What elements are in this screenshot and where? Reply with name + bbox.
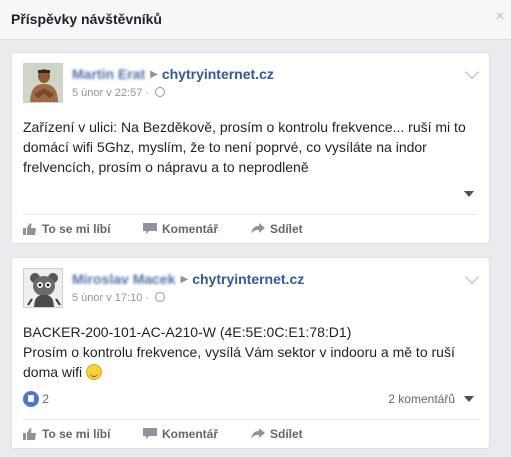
avatar[interactable]	[23, 268, 63, 308]
comment-icon	[143, 428, 157, 440]
divider	[23, 214, 478, 215]
thumbs-up-icon	[23, 428, 37, 440]
avatar[interactable]	[23, 63, 63, 103]
comment-button[interactable]: Komentář	[143, 222, 218, 236]
caret-down-icon[interactable]	[464, 396, 474, 402]
panel-header: Příspěvky návštěvníků ×	[0, 0, 511, 40]
post-card: Miroslav Macek ▶ chytryinternet.cz 5 únor …	[11, 257, 490, 449]
share-label: Sdílet	[270, 427, 303, 441]
thumbs-up-icon	[23, 223, 37, 235]
like-label: To se mi líbí	[42, 222, 111, 236]
panel-title: Příspěvky návštěvníků	[11, 11, 162, 27]
divider	[23, 419, 478, 420]
smiley-icon	[86, 364, 103, 380]
share-label: Sdílet	[270, 222, 303, 236]
author-name[interactable]: Martin Erat	[72, 66, 145, 82]
comment-label: Komentář	[162, 427, 219, 441]
reactions-summary[interactable]: 2	[23, 391, 49, 407]
post-header: Miroslav Macek ▶ chytryinternet.cz	[72, 271, 304, 287]
comment-label: Komentář	[162, 222, 219, 236]
share-button[interactable]: Sdílet	[251, 427, 303, 441]
post-date[interactable]: 5 únor v 17:10	[72, 292, 142, 304]
share-button[interactable]: Sdílet	[251, 222, 303, 236]
close-icon[interactable]: ×	[493, 9, 507, 25]
author-name[interactable]: Miroslav Macek	[72, 271, 176, 287]
like-label: To se mi líbí	[42, 427, 111, 441]
caret-down-icon[interactable]	[464, 191, 474, 197]
share-icon	[251, 223, 265, 235]
post-header: Martin Erat ▶ chytryinternet.cz	[72, 66, 274, 82]
like-button[interactable]: To se mi líbí	[23, 222, 110, 236]
page-link[interactable]: chytryinternet.cz	[192, 271, 304, 287]
like-button[interactable]: To se mi líbí	[23, 427, 110, 441]
globe-icon	[155, 292, 166, 302]
post-meta: 5 únor v 17:10 ·	[72, 292, 166, 304]
arrow-right-icon: ▶	[150, 69, 158, 80]
page-link[interactable]: chytryinternet.cz	[162, 66, 274, 82]
comment-button[interactable]: Komentář	[143, 427, 218, 441]
post-text-line: BACKER-200-101-AC-A210-W (4E:5E:0C:E1:78…	[23, 324, 352, 340]
post-text: BACKER-200-101-AC-A210-W (4E:5E:0C:E1:78…	[23, 322, 478, 382]
post-text: Zařízení v ulici: Na Bezděkově, prosím o…	[23, 119, 466, 175]
share-icon	[251, 428, 265, 440]
arrow-right-icon: ▶	[180, 274, 189, 285]
post-date[interactable]: 5 únor v 22:57	[72, 87, 142, 99]
chevron-down-icon[interactable]	[464, 64, 480, 80]
chevron-down-icon[interactable]	[464, 269, 480, 285]
post-card: Martin Erat ▶ chytryinternet.cz 5 únor v 2…	[11, 52, 490, 244]
like-count: 2	[42, 392, 50, 406]
comments-count[interactable]: 2 komentářů	[388, 392, 455, 406]
post-text-line: Prosím o kontrolu frekvence, vysílá Vám …	[23, 342, 478, 382]
like-reaction-icon	[23, 391, 39, 407]
comment-icon	[143, 223, 157, 235]
globe-icon	[155, 87, 166, 97]
post-meta: 5 únor v 22:57 ·	[72, 87, 166, 99]
